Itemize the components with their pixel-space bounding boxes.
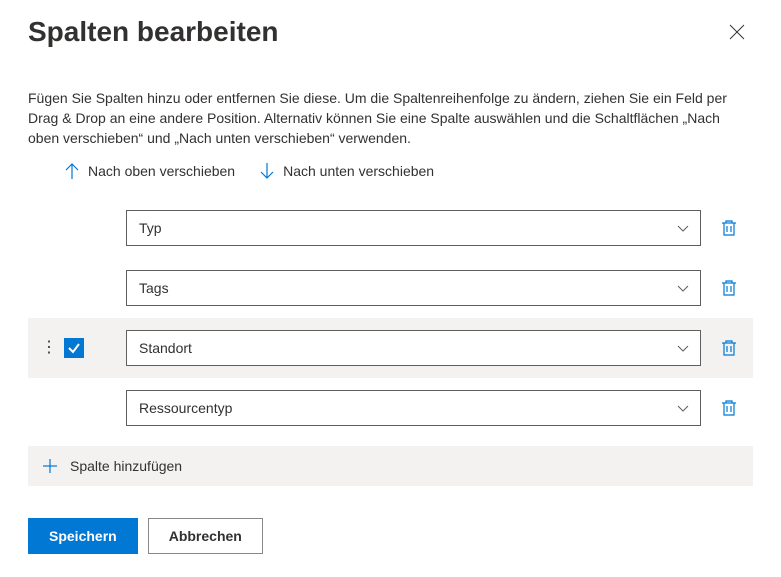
column-row: ⋮ Standort (28, 318, 753, 378)
column-select[interactable]: Typ (126, 210, 701, 246)
row-checkbox[interactable] (64, 338, 84, 358)
arrow-up-icon (64, 162, 80, 180)
arrow-down-icon (259, 162, 275, 180)
delete-column-button[interactable] (713, 212, 745, 244)
delete-column-button[interactable] (713, 392, 745, 424)
column-select[interactable]: Ressourcentyp (126, 390, 701, 426)
delete-column-button[interactable] (713, 332, 745, 364)
move-actions: Nach oben verschieben Nach unten verschi… (28, 162, 753, 180)
column-select-value: Tags (139, 280, 169, 296)
chevron-down-icon (676, 341, 690, 355)
panel-title: Spalten bearbeiten (28, 16, 279, 48)
cancel-button[interactable]: Abbrechen (148, 518, 263, 554)
chevron-down-icon (676, 281, 690, 295)
column-select[interactable]: Tags (126, 270, 701, 306)
move-down-button[interactable]: Nach unten verschieben (259, 162, 434, 180)
column-select[interactable]: Standort (126, 330, 701, 366)
columns-list: ⋮ Typ ⋮ (28, 198, 753, 438)
plus-icon (42, 458, 58, 474)
move-up-label: Nach oben verschieben (88, 163, 235, 179)
delete-column-button[interactable] (713, 272, 745, 304)
add-column-button[interactable]: Spalte hinzufügen (28, 446, 753, 486)
trash-icon (721, 399, 737, 417)
checkmark-icon (67, 341, 81, 355)
column-select-value: Standort (139, 340, 192, 356)
trash-icon (721, 339, 737, 357)
chevron-down-icon (676, 401, 690, 415)
close-button[interactable] (721, 16, 753, 48)
move-down-label: Nach unten verschieben (283, 163, 434, 179)
column-row: ⋮ Ressourcentyp (28, 378, 753, 438)
move-up-button[interactable]: Nach oben verschieben (64, 162, 235, 180)
save-button[interactable]: Speichern (28, 518, 138, 554)
column-select-value: Typ (139, 220, 162, 236)
column-row: ⋮ Typ (28, 198, 753, 258)
panel-description: Fügen Sie Spalten hinzu oder entfernen S… (28, 88, 753, 148)
add-column-label: Spalte hinzufügen (70, 458, 182, 474)
panel-header: Spalten bearbeiten (28, 16, 753, 48)
edit-columns-panel: Spalten bearbeiten Fügen Sie Spalten hin… (0, 0, 781, 570)
trash-icon (721, 279, 737, 297)
panel-footer: Speichern Abbrechen (28, 518, 753, 554)
trash-icon (721, 219, 737, 237)
drag-handle-icon[interactable]: ⋮ (42, 340, 56, 356)
close-icon (729, 24, 745, 40)
column-select-value: Ressourcentyp (139, 400, 232, 416)
chevron-down-icon (676, 221, 690, 235)
column-row: ⋮ Tags (28, 258, 753, 318)
